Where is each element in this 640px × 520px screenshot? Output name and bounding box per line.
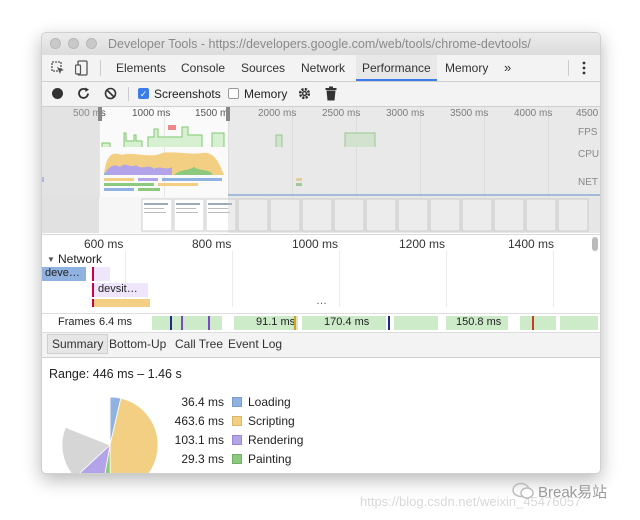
selection-handle-right[interactable] [226,107,230,121]
screenshots-label: Screenshots [154,87,221,101]
memory-label: Memory [244,87,288,101]
legend-label: Scripting [248,414,295,428]
more-tabs-button[interactable]: » [498,55,517,81]
network-request-bar[interactable]: devsit… [92,283,148,297]
frames-track[interactable]: Frames 6.4 ms 91.1 ms 170.4 ms 150.8 ms [42,313,600,333]
screenshots-checkbox[interactable]: ✓ [138,88,149,99]
frame-duration: 6.4 ms [99,316,133,328]
axis-tick: 1400 ms [508,237,555,251]
ruler-tick: 1000 ms [132,108,171,119]
tab-event-log[interactable]: Event Log [228,337,282,351]
clear-icon[interactable] [104,87,117,100]
wechat-logo-icon [512,482,534,500]
axis-tick: 600 ms [84,237,124,251]
performance-toolbar: ✓ Screenshots Memory [42,82,600,107]
axis-tick: 1200 ms [399,237,446,251]
frame-duration: 91.1 ms [256,316,296,328]
axis-tick: 800 ms [192,237,232,251]
network-request-bar[interactable] [92,299,150,307]
axis-tick: 1000 ms [292,237,339,251]
network-request-bar[interactable]: deve… [42,267,86,281]
tab-performance[interactable]: Performance [356,55,437,81]
frame-marker [532,316,534,330]
frame-block[interactable] [394,316,438,330]
legend-swatch [232,416,242,426]
network-request-label: devsit… [98,283,138,295]
network-track-label: Network [58,252,103,266]
divider [100,60,101,76]
frame-block[interactable] [520,316,556,330]
panel-tabs: Elements Console Sources Network Perform… [42,55,600,82]
legend-label: Painting [248,452,292,466]
frame-marker [170,316,172,330]
network-collapse-icon[interactable]: ▼ [47,255,55,264]
frame-block[interactable] [152,316,222,330]
summary-range: Range: 446 ms – 1.46 s [49,367,182,381]
title-bar: Developer Tools - https://developers.goo… [42,33,600,56]
frame-duration: 170.4 ms [324,316,370,328]
tab-elements[interactable]: Elements [110,55,172,81]
details-tabs: Summary Bottom-Up Call Tree Event Log [42,333,600,358]
summary-pie-chart [61,396,159,473]
legend-swatch [232,454,242,464]
reload-icon[interactable] [77,87,90,100]
scrollbar-thumb[interactable] [592,237,598,251]
trash-icon[interactable] [325,86,337,101]
legend-label: Loading [248,395,291,409]
tab-sources[interactable]: Sources [235,55,291,81]
tab-bottom-up[interactable]: Bottom-Up [109,337,166,351]
legend-value: 29.3 ms [181,452,224,466]
track-resize-handle[interactable]: … [316,295,327,307]
device-toolbar-icon[interactable] [74,60,89,76]
frame-duration: 150.8 ms [456,316,502,328]
legend-value: 36.4 ms [181,395,224,409]
overview-unselected-right [228,107,600,233]
selection-handle-left[interactable] [98,107,102,121]
tab-network[interactable]: Network [295,55,351,81]
tab-summary[interactable]: Summary [47,334,109,354]
frame-marker [208,316,210,330]
close-window-button[interactable] [50,38,61,49]
watermark-brand: Break易站 [538,484,608,501]
window-title: Developer Tools - https://developers.goo… [108,37,531,51]
divider [128,87,129,101]
legend-value: 103.1 ms [174,433,224,447]
ruler-tick: 1500 m [195,108,229,119]
menu-kebab-icon[interactable] [581,61,587,75]
timeline-overview[interactable]: 500 ms 1000 ms 1500 m 2000 ms 2500 ms 30… [42,107,600,233]
inspect-element-icon[interactable] [51,61,65,75]
tab-memory[interactable]: Memory [439,55,494,81]
divider [568,60,569,76]
network-request-label: deve… [45,267,80,279]
devtools-window: Developer Tools - https://developers.goo… [41,32,601,474]
minimize-window-button[interactable] [68,38,79,49]
legend-swatch [232,397,242,407]
zoom-window-button[interactable] [86,38,97,49]
legend-swatch [232,435,242,445]
frame-block[interactable] [560,316,598,330]
legend-value: 463.6 ms [174,414,224,428]
frame-marker [181,316,183,330]
frame-marker [388,316,390,330]
network-track[interactable]: ▼ Network deve… devsit… … [42,251,600,307]
frames-track-label: Frames [58,316,96,328]
settings-gear-icon[interactable] [297,86,312,101]
legend-label: Rendering [248,433,304,447]
overview-unselected-left [42,107,99,233]
memory-checkbox[interactable] [228,88,239,99]
tab-call-tree[interactable]: Call Tree [175,337,223,351]
tab-console[interactable]: Console [175,55,231,81]
summary-panel: Range: 446 ms – 1.46 s 36.4 ms Loading 4… [42,358,600,473]
record-icon[interactable] [52,88,63,99]
detail-time-axis: 600 ms 800 ms 1000 ms 1200 ms 1400 ms [42,234,600,251]
frame-marker [294,316,296,330]
network-request-bar[interactable] [92,267,110,281]
